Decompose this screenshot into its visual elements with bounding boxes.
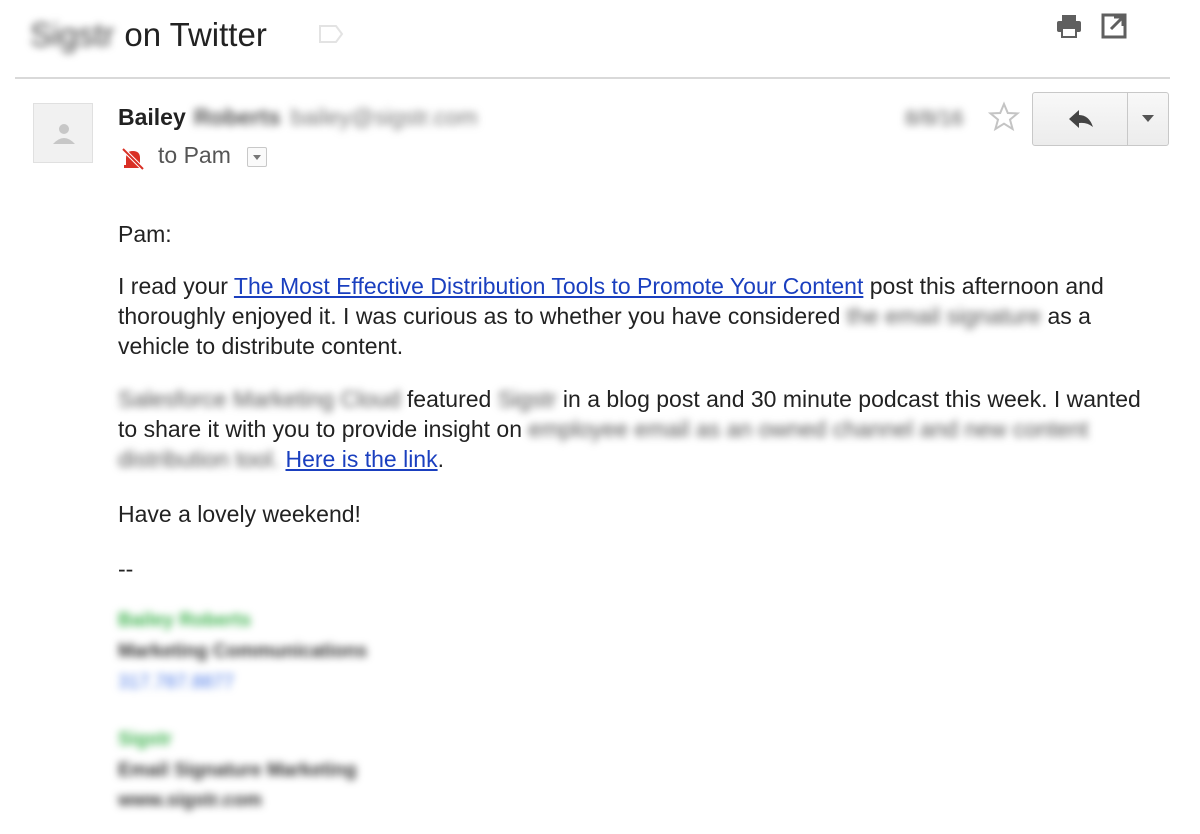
reply-icon [1069,110,1093,128]
p2-blurred-company: Salesforce Marketing Cloud [118,386,401,412]
body-paragraph-2: Salesforce Marketing Cloud featured Sigs… [118,384,1148,474]
email-subject: Sigstr on Twitter [30,16,267,54]
signature-website[interactable]: www.sigstr.com [118,790,262,812]
signature-separator: -- [118,556,134,582]
signature-phone[interactable]: 317.787.8877 [118,672,234,694]
sender-email: bailey@sigstr.com [290,104,478,130]
avatar[interactable] [33,103,93,163]
here-is-the-link[interactable]: Here is the link [285,446,437,472]
notification-off-icon [121,147,145,171]
p2-period: . [437,446,444,472]
subject-row: Sigstr on Twitter [30,12,1170,62]
caret-down-icon [253,155,261,160]
sender-line: Bailey Roberts bailey@sigstr.com [118,104,478,131]
reply-button[interactable] [1033,93,1127,145]
signature-title: Marketing Communications [118,641,368,662]
recipient-line: to Pam [158,142,231,168]
subject-text: on Twitter [124,16,267,53]
print-icon[interactable] [1054,12,1084,40]
p1-text: I read your [118,273,234,299]
reply-button-group [1032,92,1169,146]
signature-name: Bailey Roberts [118,610,252,631]
p1-blurred-text: the email signature [846,303,1042,329]
dropdown-arrow-icon [1142,115,1154,122]
person-icon [53,124,75,144]
star-icon[interactable] [988,101,1020,133]
show-details-button[interactable] [247,147,267,167]
article-link[interactable]: The Most Effective Distribution Tools to… [234,273,863,299]
header-divider [15,77,1170,79]
sender-first-name[interactable]: Bailey [118,104,186,130]
p2-text: featured [400,386,498,412]
subject-blurred-name: Sigstr [30,16,115,53]
more-options-button[interactable] [1128,93,1168,145]
closing-line: Have a lovely weekend! [118,501,361,527]
signature-company: Sigstr [118,729,172,750]
body-paragraph-1: I read your The Most Effective Distribut… [118,271,1148,361]
signature-tagline: Email Signature Marketing [118,760,357,781]
sender-last-name[interactable]: Roberts [194,104,281,130]
greeting: Pam: [118,221,172,247]
open-in-new-window-icon[interactable] [1100,12,1130,40]
label-tag-icon[interactable] [318,24,344,44]
p2-blurred-name: Sigstr [497,386,557,412]
email-date: 8/8/16 [905,107,964,130]
